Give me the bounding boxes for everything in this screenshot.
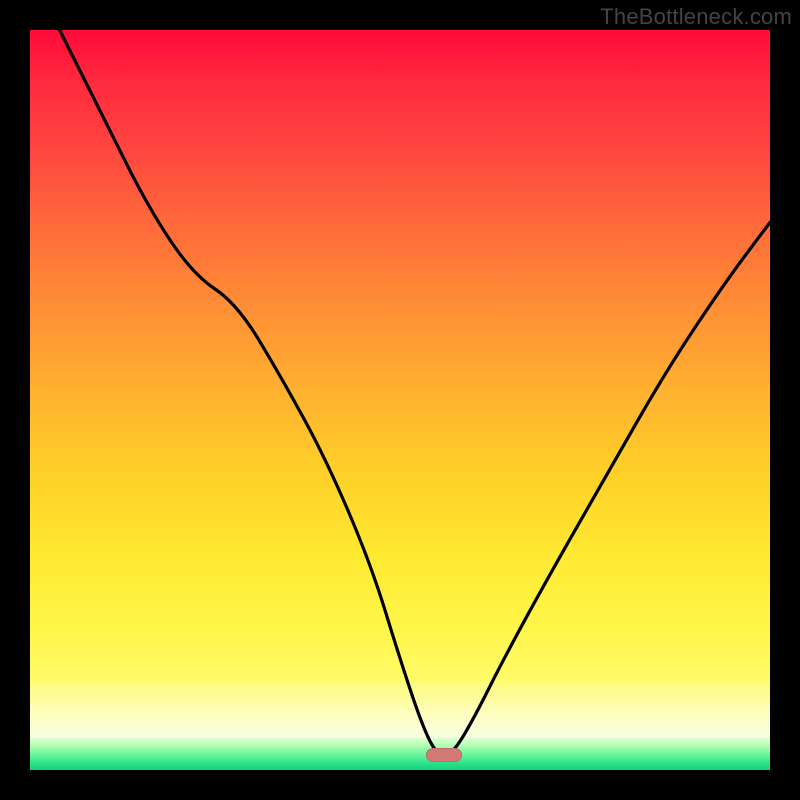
plot-area — [30, 30, 770, 770]
bottleneck-curve — [30, 30, 770, 770]
curve-path — [60, 30, 770, 755]
watermark-text: TheBottleneck.com — [600, 4, 792, 30]
chart-frame: TheBottleneck.com — [0, 0, 800, 800]
minimum-marker — [426, 748, 462, 762]
